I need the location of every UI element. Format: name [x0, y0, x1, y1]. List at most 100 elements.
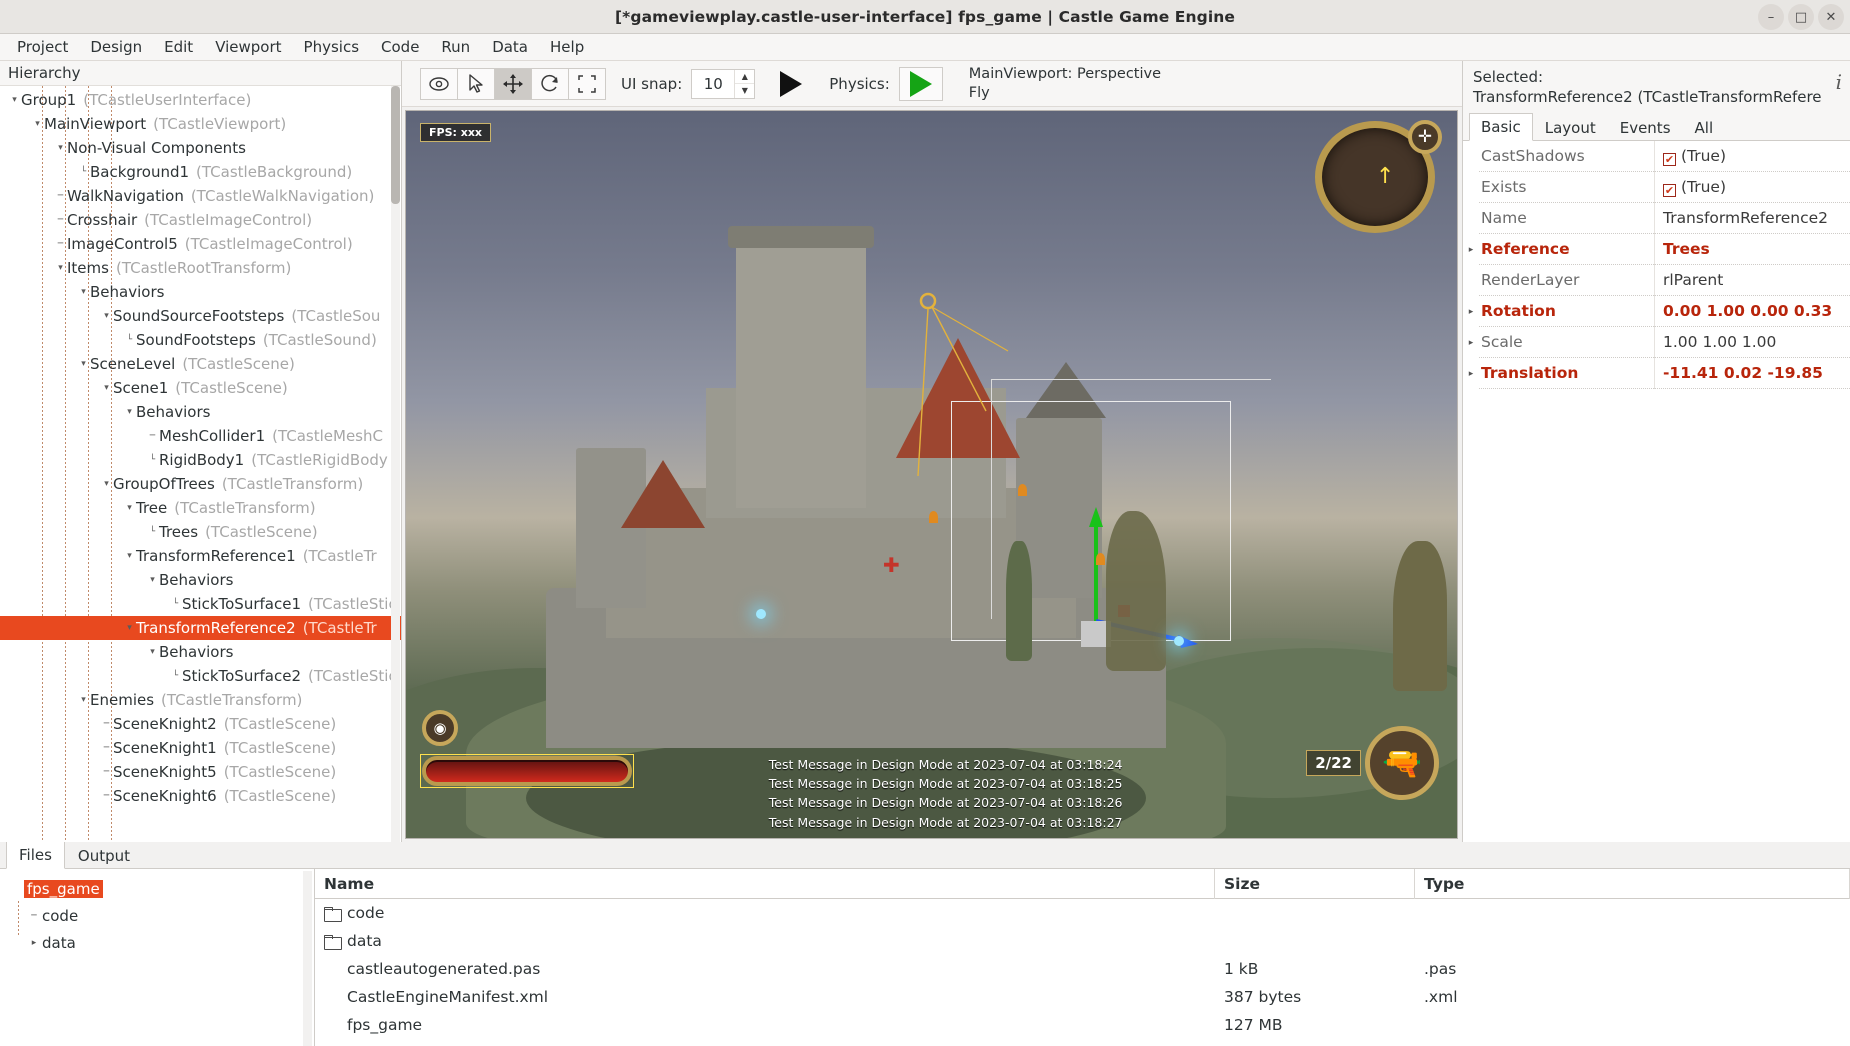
chevron-down-icon[interactable]: ▾ — [100, 479, 113, 489]
chevron-right-icon[interactable]: ▸ — [26, 938, 42, 948]
property-row[interactable]: CastShadows ✔ (True) — [1463, 141, 1850, 172]
tree-branch-icon[interactable]: └ — [77, 167, 90, 177]
menu-item-run[interactable]: Run — [430, 35, 481, 59]
property-row[interactable]: ▸ Reference Trees — [1463, 234, 1850, 265]
menu-item-design[interactable]: Design — [79, 35, 153, 59]
chevron-down-icon[interactable]: ▾ — [146, 647, 159, 657]
checkbox-checked-icon[interactable]: ✔ — [1663, 184, 1676, 197]
tree-node[interactable]: └ SoundFootsteps (TCastleSound) — [0, 328, 401, 352]
property-value[interactable]: -11.41 0.02 -19.85 — [1654, 358, 1850, 389]
project-file-tree[interactable]: fps_game ─ code ▸ data — [0, 869, 315, 1046]
tree-node[interactable]: ▾ GroupOfTrees (TCastleTransform) — [0, 472, 401, 496]
select-arrow-icon[interactable] — [457, 67, 495, 100]
tree-branch-icon[interactable]: └ — [169, 599, 182, 609]
chevron-down-icon[interactable]: ▾ — [123, 407, 136, 417]
tree-node[interactable]: ▾ Behaviors — [0, 568, 401, 592]
hierarchy-tree[interactable]: ▾ Group1 (TCastleUserInterface) ▾ MainViewpo… — [0, 86, 401, 842]
tree-node[interactable]: ─ SceneKnight6 (TCastleScene) — [0, 784, 401, 808]
tree-node[interactable]: ─ SceneKnight2 (TCastleScene) — [0, 712, 401, 736]
tree-branch-icon[interactable]: ─ — [146, 431, 159, 441]
chevron-right-icon[interactable]: ▸ — [1463, 307, 1479, 317]
file-list-row[interactable]: castleautogenerated.pas 1 kB .pas — [315, 955, 1850, 983]
tab-all[interactable]: All — [1683, 114, 1726, 141]
info-icon[interactable]: i — [1836, 69, 1842, 95]
property-value[interactable]: TransformReference2 — [1654, 203, 1850, 234]
column-header-name[interactable]: Name — [315, 868, 1215, 899]
tree-node[interactable]: └ Trees (TCastleScene) — [0, 520, 401, 544]
file-list-row[interactable]: fps_game 127 MB — [315, 1011, 1850, 1039]
property-value[interactable]: ✔ (True) — [1654, 141, 1850, 172]
tree-node[interactable]: ▾ MainViewport (TCastleViewport) — [0, 112, 401, 136]
minimize-icon[interactable]: – — [1758, 4, 1784, 30]
translate-icon[interactable] — [494, 67, 532, 100]
tree-node[interactable]: ─ ImageControl5 (TCastleImageControl) — [0, 232, 401, 256]
chevron-right-icon[interactable]: ▸ — [1463, 245, 1479, 255]
chevron-down-icon[interactable]: ▾ — [77, 359, 90, 369]
ui-snap-up-icon[interactable]: ▲ — [735, 70, 755, 84]
property-grid[interactable]: CastShadows ✔ (True) Exists ✔ (True) Name Trans… — [1463, 141, 1850, 842]
property-value[interactable]: Trees — [1654, 234, 1850, 265]
chevron-down-icon[interactable]: ▾ — [54, 143, 67, 153]
tree-node[interactable]: ▾ TransformReference1 (TCastleTr — [0, 544, 401, 568]
tree-node[interactable]: ▾ Tree (TCastleTransform) — [0, 496, 401, 520]
tree-node[interactable]: ▾ TransformReference2 (TCastleTr — [0, 616, 401, 640]
chevron-down-icon[interactable]: ▾ — [123, 503, 136, 513]
ui-snap-down-icon[interactable]: ▼ — [735, 84, 754, 98]
tree-node[interactable]: ─ MeshCollider1 (TCastleMeshC — [0, 424, 401, 448]
tree-node[interactable]: └ StickToSurface2 (TCastleStic — [0, 664, 401, 688]
tree-branch-icon[interactable]: └ — [146, 455, 159, 465]
chevron-right-icon[interactable]: ▸ — [1463, 338, 1479, 348]
checkbox-checked-icon[interactable]: ✔ — [1663, 153, 1676, 166]
tree-branch-icon[interactable]: └ — [123, 335, 136, 345]
play-button[interactable] — [769, 66, 813, 102]
chevron-down-icon[interactable]: ▾ — [123, 551, 136, 561]
tree-node[interactable]: ▾ Scene1 (TCastleScene) — [0, 376, 401, 400]
tree-branch-icon[interactable]: └ — [169, 671, 182, 681]
tree-branch-icon[interactable]: ─ — [54, 215, 67, 225]
menu-item-edit[interactable]: Edit — [153, 35, 204, 59]
tree-branch-icon[interactable]: ─ — [100, 767, 113, 777]
menu-item-physics[interactable]: Physics — [293, 35, 370, 59]
tree-branch-icon[interactable]: ─ — [100, 719, 113, 729]
chevron-down-icon[interactable]: ▾ — [8, 95, 21, 105]
tree-node[interactable]: └ RigidBody1 (TCastleRigidBody — [0, 448, 401, 472]
tree-node[interactable]: ─ SceneKnight5 (TCastleScene) — [0, 760, 401, 784]
tree-branch-icon[interactable]: ─ — [54, 191, 67, 201]
tree-node[interactable]: ─ Crosshair (TCastleImageControl) — [0, 208, 401, 232]
file-tree-node[interactable]: ▸ data — [0, 929, 314, 956]
property-row[interactable]: ▸ Translation -11.41 0.02 -19.85 — [1463, 358, 1850, 389]
tree-node[interactable]: ▾ Non-Visual Components — [0, 136, 401, 160]
tree-node[interactable]: └ StickToSurface1 (TCastleStic — [0, 592, 401, 616]
property-row[interactable]: ▸ Rotation 0.00 1.00 0.00 0.33 — [1463, 296, 1850, 327]
ui-snap-stepper[interactable]: 10 ▲ ▼ — [691, 68, 756, 99]
tree-branch-icon[interactable]: ─ — [100, 791, 113, 801]
menu-item-viewport[interactable]: Viewport — [204, 35, 292, 59]
menu-item-project[interactable]: Project — [6, 35, 79, 59]
property-value[interactable]: ✔ (True) — [1654, 172, 1850, 203]
3d-viewport[interactable]: ✚ FPS: xxx ↑ ✛ ◉ 2/22 🔫 Test Message in … — [405, 110, 1458, 839]
chevron-down-icon[interactable]: ▾ — [77, 695, 90, 705]
chevron-down-icon[interactable]: ▾ — [146, 575, 159, 585]
tab-basic[interactable]: Basic — [1469, 113, 1533, 141]
tree-node[interactable]: ▾ Enemies (TCastleTransform) — [0, 688, 401, 712]
tree-node[interactable]: ▾ Items (TCastleRootTransform) — [0, 256, 401, 280]
ui-snap-value[interactable]: 10 — [692, 70, 734, 98]
tree-node[interactable]: ▾ SoundSourceFootsteps (TCastleSou — [0, 304, 401, 328]
chevron-down-icon[interactable]: ▾ — [77, 287, 90, 297]
physics-play-button[interactable] — [898, 66, 943, 101]
chevron-down-icon[interactable]: ▾ — [100, 383, 113, 393]
chevron-down-icon[interactable]: ▾ — [54, 263, 67, 273]
tab-output[interactable]: Output — [65, 842, 143, 869]
property-value[interactable]: 0.00 1.00 0.00 0.33 — [1654, 296, 1850, 327]
file-list-row[interactable]: CastleEngineManifest.xml 387 bytes .xml — [315, 983, 1850, 1011]
hierarchy-scrollbar[interactable] — [391, 86, 400, 842]
tree-branch-icon[interactable]: ─ — [26, 911, 42, 921]
tree-branch-icon[interactable]: └ — [146, 527, 159, 537]
tree-branch-icon[interactable]: ─ — [100, 743, 113, 753]
tree-node[interactable]: ▾ SceneLevel (TCastleScene) — [0, 352, 401, 376]
file-list-row[interactable]: data — [315, 927, 1850, 955]
tree-node[interactable]: ▾ Behaviors — [0, 400, 401, 424]
tab-events[interactable]: Events — [1608, 114, 1683, 141]
property-value[interactable]: 1.00 1.00 1.00 — [1654, 327, 1850, 358]
ui-snap-arrows[interactable]: ▲ ▼ — [734, 69, 755, 98]
